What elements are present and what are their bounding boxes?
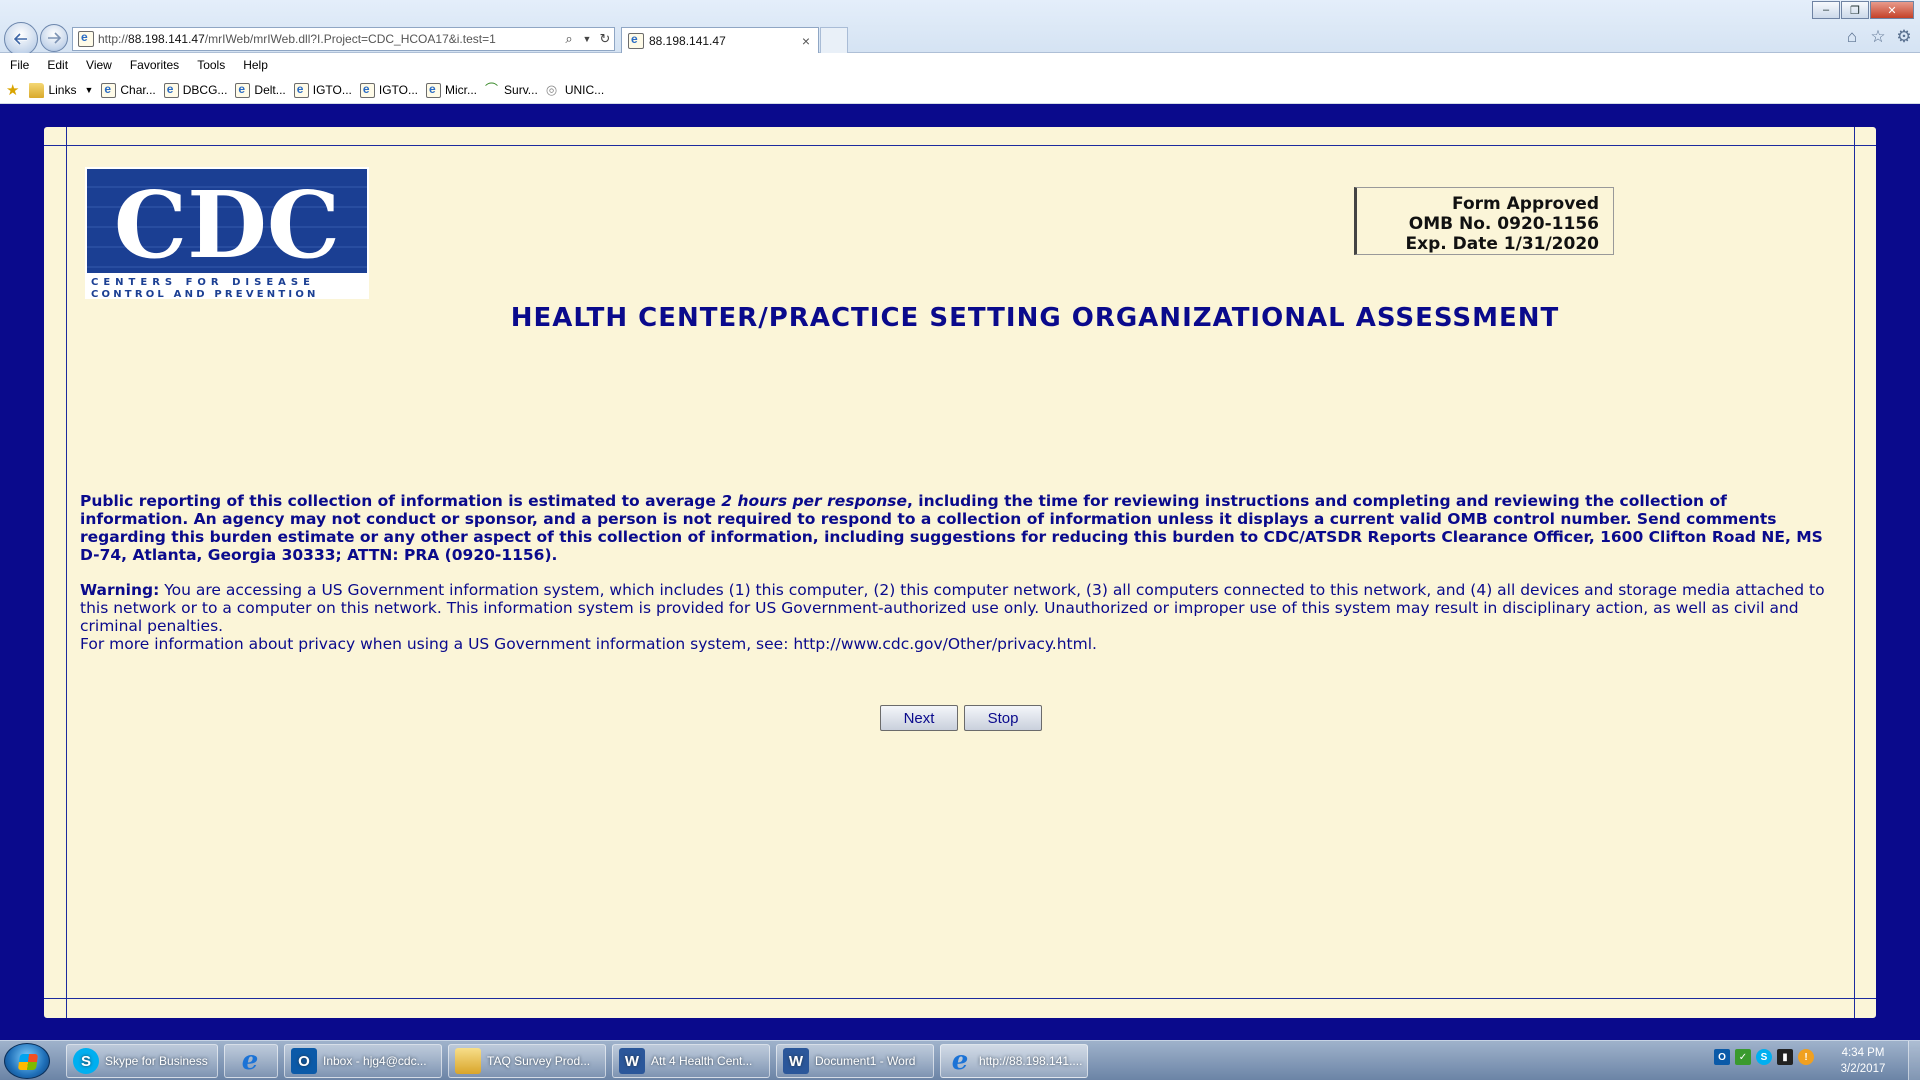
burden-statement: Public reporting of this collection of i…: [80, 492, 1823, 564]
network-tray-icon[interactable]: ▮: [1777, 1049, 1793, 1065]
clock-time: 4:34 PM: [1841, 1047, 1885, 1059]
page-icon: [101, 82, 117, 98]
back-arrow-icon: [12, 32, 27, 46]
tab-close-icon[interactable]: ×: [798, 33, 814, 49]
taskbar-item-folder[interactable]: TAQ Survey Prod...: [448, 1044, 606, 1078]
skype-icon: S: [73, 1048, 99, 1074]
window-controls: – ❐ ✕: [1811, 1, 1914, 19]
word-icon: W: [619, 1048, 645, 1074]
favorite-item[interactable]: ◎ UNIC...: [545, 81, 604, 98]
page-icon: [426, 82, 442, 98]
divider: [44, 145, 1876, 146]
tab-title: 88.198.141.47: [649, 34, 726, 48]
expiration-date: Exp. Date 1/31/2020: [1405, 234, 1600, 254]
menu-view[interactable]: View: [76, 58, 120, 72]
show-desktop-button[interactable]: [1908, 1041, 1920, 1080]
favorite-item[interactable]: DBCG...: [163, 82, 227, 98]
dropdown-icon[interactable]: ▼: [578, 30, 596, 48]
page-favicon-icon: [78, 30, 94, 47]
favorite-item[interactable]: IGTO...: [293, 82, 352, 98]
svg-text:CONTROL AND PREVENTION: CONTROL AND PREVENTION: [91, 289, 319, 299]
taskbar-item-outlook[interactable]: O Inbox - hjg4@cdc...: [284, 1044, 442, 1078]
taskbar-item-skype[interactable]: S Skype for Business: [66, 1044, 218, 1078]
favorites-bar: ★ Links▼ Char... DBCG... Delt... IGTO...…: [0, 77, 1920, 104]
page-title: HEALTH CENTER/PRACTICE SETTING ORGANIZAT…: [510, 303, 1560, 333]
page-icon: [359, 82, 375, 98]
browser-tab[interactable]: 88.198.141.47 ×: [621, 27, 819, 54]
svg-text:CENTERS FOR DISEASE: CENTERS FOR DISEASE: [91, 277, 315, 288]
browser-titlebar: http://88.198.141.47/mrIWeb/mrIWeb.dll?I…: [0, 0, 1920, 56]
minimize-button[interactable]: –: [1812, 1, 1840, 19]
omb-number: OMB No. 0920-1156: [1408, 214, 1599, 234]
system-clock[interactable]: 4:34 PM 3/2/2017: [1838, 1045, 1888, 1077]
forward-button[interactable]: [40, 24, 68, 52]
omb-form-approved-box: Form Approved OMB No. 0920-1156 Exp. Dat…: [1354, 187, 1614, 255]
form-approved-line: Form Approved: [1452, 194, 1599, 214]
system-tray: O ✓ S ▮ !: [1714, 1049, 1814, 1065]
ie-icon: e: [951, 1046, 969, 1076]
alert-tray-icon[interactable]: !: [1798, 1049, 1814, 1065]
globe-icon: ◎: [545, 81, 558, 97]
favorite-item[interactable]: IGTO...: [359, 82, 418, 98]
taskbar-item-word-att4[interactable]: W Att 4 Health Cent...: [612, 1044, 770, 1078]
tab-favicon-icon: [628, 32, 644, 49]
survey-icon: ⌒: [485, 81, 499, 97]
menu-bar: File Edit View Favorites Tools Help: [0, 53, 1920, 77]
word-icon: W: [783, 1048, 809, 1074]
settings-gear-icon[interactable]: ⚙: [1894, 27, 1914, 47]
home-icon[interactable]: ⌂: [1842, 27, 1862, 47]
menu-favorites[interactable]: Favorites: [120, 58, 187, 72]
favorite-item[interactable]: Char...: [101, 82, 156, 98]
address-url[interactable]: http://88.198.141.47/mrIWeb/mrIWeb.dll?I…: [98, 32, 560, 46]
navigation-buttons: Next Stop: [880, 705, 1042, 731]
taskbar-item-ie[interactable]: e: [224, 1044, 278, 1078]
folder-icon: [455, 1048, 481, 1074]
favorite-links[interactable]: Links ▼: [29, 82, 94, 98]
outlook-tray-icon[interactable]: O: [1714, 1049, 1730, 1065]
back-button[interactable]: [4, 22, 38, 56]
divider: [44, 998, 1876, 999]
refresh-icon[interactable]: ↻: [596, 30, 614, 48]
page-icon: [293, 82, 309, 98]
privacy-statement: For more information about privacy when …: [80, 635, 1097, 653]
taskbar-item-word-document1[interactable]: W Document1 - Word: [776, 1044, 934, 1078]
forward-arrow-icon: [48, 32, 62, 44]
divider: [1854, 127, 1855, 1018]
skype-tray-icon[interactable]: S: [1756, 1049, 1772, 1065]
favorite-item[interactable]: ⌒ Surv...: [485, 81, 538, 98]
restore-button[interactable]: ❐: [1841, 1, 1869, 19]
outlook-icon: O: [291, 1048, 317, 1074]
folder-icon: [29, 82, 45, 98]
page-icon: [235, 82, 251, 98]
checkmark-tray-icon[interactable]: ✓: [1735, 1049, 1751, 1065]
page-icon: [163, 82, 179, 98]
taskbar: S Skype for Business e O Inbox - hjg4@cdc.…: [0, 1040, 1920, 1080]
browser-toolbar-icons: ⌂ ☆ ⚙: [1842, 27, 1914, 47]
page-viewport: CDC CENTERS FOR DISEASE CONTROL AND PREV…: [0, 104, 1920, 1040]
add-favorite-star-icon[interactable]: ★: [6, 81, 19, 99]
divider: [66, 127, 67, 1018]
cdc-logo: CDC CENTERS FOR DISEASE CONTROL AND PREV…: [85, 167, 369, 299]
dropdown-icon: ▼: [84, 85, 94, 95]
taskbar-item-ie-active[interactable]: e http://88.198.141....: [940, 1044, 1088, 1078]
clock-date: 3/2/2017: [1840, 1063, 1886, 1075]
new-tab-button[interactable]: [820, 27, 848, 53]
next-button[interactable]: Next: [880, 705, 958, 731]
menu-edit[interactable]: Edit: [37, 58, 76, 72]
warning-statement: Warning: You are accessing a US Governme…: [80, 581, 1825, 635]
stop-button[interactable]: Stop: [964, 705, 1042, 731]
menu-tools[interactable]: Tools: [187, 58, 233, 72]
start-button[interactable]: [4, 1043, 50, 1079]
close-window-button[interactable]: ✕: [1870, 1, 1914, 19]
survey-panel: CDC CENTERS FOR DISEASE CONTROL AND PREV…: [44, 127, 1876, 1018]
search-icon[interactable]: ⌕: [560, 30, 578, 48]
address-bar[interactable]: http://88.198.141.47/mrIWeb/mrIWeb.dll?I…: [72, 27, 615, 51]
favorite-item[interactable]: Micr...: [426, 82, 477, 98]
menu-help[interactable]: Help: [233, 58, 276, 72]
favorite-item[interactable]: Delt...: [235, 82, 286, 98]
svg-text:CDC: CDC: [114, 171, 340, 279]
favorites-star-icon[interactable]: ☆: [1868, 27, 1888, 47]
menu-file[interactable]: File: [0, 58, 37, 72]
ie-icon: e: [241, 1046, 259, 1076]
